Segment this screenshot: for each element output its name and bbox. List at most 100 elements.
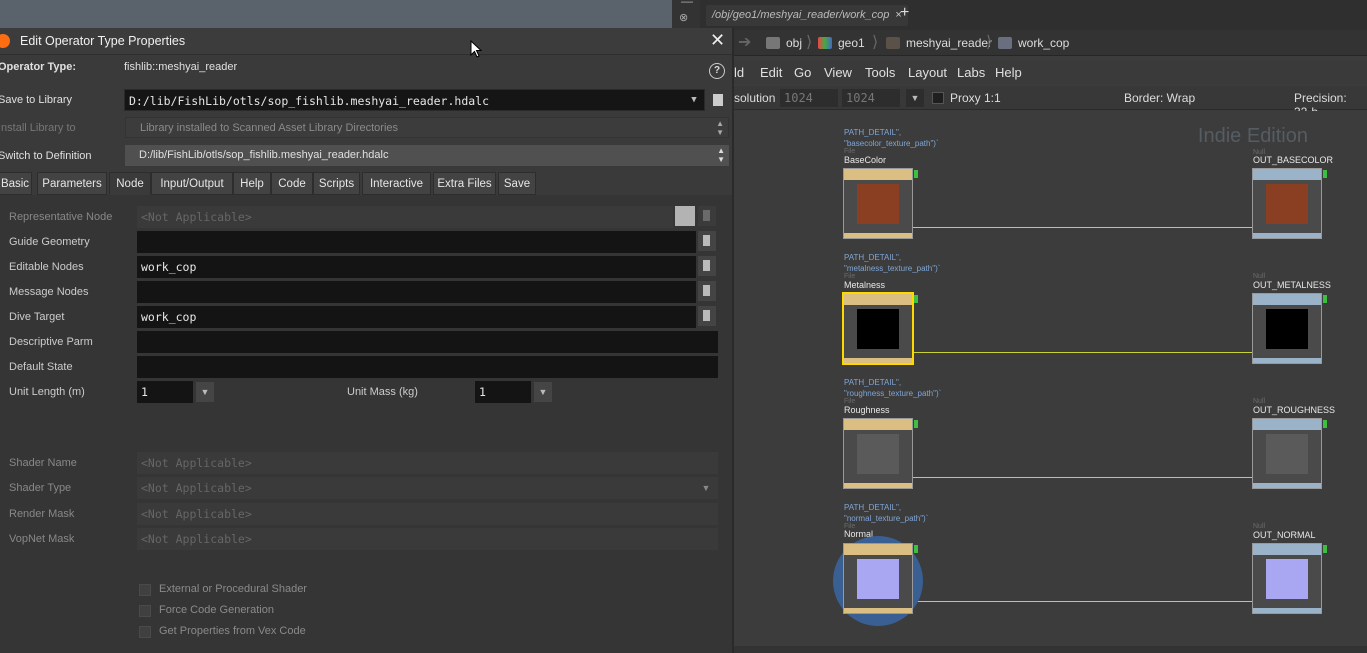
render-mask-label: Render Mask: [9, 508, 75, 520]
chevron-down-icon[interactable]: ▼: [906, 89, 924, 107]
node-expression: "metalness_texture_path")`: [844, 264, 941, 273]
node-label: Metalness: [844, 280, 886, 290]
menu-help[interactable]: Help: [995, 65, 1022, 80]
tab-interactive[interactable]: Interactive: [362, 172, 431, 195]
menu-view[interactable]: View: [824, 65, 852, 80]
border-mode[interactable]: Border: Wrap: [1124, 91, 1195, 105]
resolution-y-field[interactable]: 1024: [842, 89, 900, 107]
properties-from-vex-checkbox[interactable]: [139, 626, 151, 638]
menu-tools[interactable]: Tools: [865, 65, 895, 80]
node-type: File: [844, 273, 856, 280]
wire[interactable]: [912, 227, 1254, 228]
display-flag[interactable]: [914, 545, 918, 553]
chevron-down-icon: ▼: [701, 483, 711, 493]
unit-mass-label: Unit Mass (kg): [347, 386, 418, 398]
operator-type-label: Operator Type:: [0, 61, 77, 73]
menu-layout[interactable]: Layout: [908, 65, 947, 80]
node-type: Null: [1253, 398, 1266, 405]
force-code-generation-checkbox[interactable]: [139, 605, 151, 617]
dialog-titlebar[interactable]: Edit Operator Type Properties ✕: [0, 28, 732, 58]
network-tab[interactable]: /obj/geo1/meshyai_reader/work_cop ×: [706, 5, 908, 26]
tab-basic[interactable]: Basic: [0, 172, 32, 195]
nav-forward-icon[interactable]: ➔: [738, 32, 751, 52]
breadcrumb-obj[interactable]: obj: [766, 34, 802, 52]
display-flag[interactable]: [914, 295, 918, 303]
file-node-roughness[interactable]: [843, 418, 918, 489]
guide-geometry-field[interactable]: [137, 231, 696, 253]
tab-scripts[interactable]: Scripts: [313, 172, 360, 195]
message-nodes-field[interactable]: [137, 281, 696, 303]
default-state-field[interactable]: [137, 356, 718, 378]
tab-node[interactable]: Node: [109, 172, 151, 195]
display-flag[interactable]: [1323, 420, 1327, 428]
menu-go[interactable]: Go: [794, 65, 811, 80]
file-node-normal[interactable]: [843, 543, 918, 614]
descriptive-parm-field[interactable]: [137, 331, 718, 353]
breadcrumb-geo1[interactable]: geo1: [818, 34, 865, 52]
node-chooser-icon[interactable]: [698, 231, 716, 251]
wire[interactable]: [912, 477, 1254, 478]
help-icon[interactable]: ?: [709, 63, 725, 79]
resolution-label: solution: [734, 91, 776, 105]
display-flag[interactable]: [1323, 545, 1327, 553]
tab-save[interactable]: Save: [498, 172, 536, 195]
file-chooser-icon[interactable]: [713, 94, 723, 106]
tab-code[interactable]: Code: [271, 172, 313, 195]
network-pane: /obj/geo1/meshyai_reader/work_cop × + ➔ o…: [700, 0, 1367, 653]
null-node-out-roughness[interactable]: [1252, 418, 1327, 489]
node-label: OUT_METALNESS: [1253, 280, 1331, 290]
chevron-down-icon[interactable]: ▼: [534, 382, 552, 402]
breadcrumb-work-cop[interactable]: work_cop: [998, 34, 1069, 52]
resolution-x-field[interactable]: 1024: [780, 89, 838, 107]
wire[interactable]: [912, 352, 1254, 353]
display-flag[interactable]: [1323, 170, 1327, 178]
wire[interactable]: [912, 601, 1254, 602]
pane-minimize-icon[interactable]: —: [681, 0, 693, 8]
display-flag[interactable]: [1323, 295, 1327, 303]
tab-parameters[interactable]: Parameters: [37, 172, 107, 195]
null-node-out-metalness[interactable]: [1252, 293, 1327, 364]
switch-definition-select[interactable]: D:/lib/FishLib/otls/sop_fishlib.meshyai_…: [125, 145, 729, 166]
node-chooser-icon: [698, 206, 716, 226]
external-shader-checkbox[interactable]: [139, 584, 151, 596]
null-node-out-normal[interactable]: [1252, 543, 1327, 614]
chevron-down-icon[interactable]: ▼: [686, 90, 702, 110]
node-chooser-icon[interactable]: [698, 281, 716, 301]
menu-build[interactable]: ld: [734, 65, 744, 80]
add-tab-icon[interactable]: +: [900, 4, 909, 22]
cop-options-bar: solution 1024 1024 ▼ Proxy 1:1 Border: W…: [700, 86, 1367, 119]
breadcrumb-meshyai-reader[interactable]: meshyai_reader: [886, 34, 992, 52]
install-library-select[interactable]: Library installed to Scanned Asset Libra…: [125, 117, 729, 138]
texture-thumbnail: [857, 434, 899, 474]
display-flag[interactable]: [914, 170, 918, 178]
node-label: OUT_BASECOLOR: [1253, 155, 1334, 165]
file-node-basecolor[interactable]: [843, 168, 918, 239]
node-chooser-icon[interactable]: [698, 256, 716, 276]
dialog-title: Edit Operator Type Properties: [20, 34, 186, 48]
network-canvas[interactable]: Indie Edition PATH_DETAIL", "basecolor_t…: [700, 111, 1367, 646]
tab-extra-files[interactable]: Extra Files: [433, 172, 496, 195]
node-chooser-icon[interactable]: [698, 306, 716, 326]
texture-thumbnail: [1266, 184, 1308, 224]
texture-thumbnail: [857, 184, 899, 224]
dive-target-field[interactable]: work_cop: [137, 306, 696, 328]
unit-length-field[interactable]: 1: [137, 381, 193, 403]
file-node-metalness[interactable]: [842, 292, 918, 365]
tab-help[interactable]: Help: [233, 172, 271, 195]
display-flag[interactable]: [914, 420, 918, 428]
null-node-out-basecolor[interactable]: [1252, 168, 1327, 239]
pane-close-icon[interactable]: ⊗: [679, 11, 688, 24]
node-label: BaseColor: [844, 155, 887, 165]
edition-watermark: Indie Edition: [1197, 125, 1308, 147]
menu-labs[interactable]: Labs: [957, 65, 985, 80]
close-icon[interactable]: ✕: [710, 30, 725, 51]
save-to-library-field[interactable]: D:/lib/FishLib/otls/sop_fishlib.meshyai_…: [124, 89, 705, 111]
vopnet-mask-field: <Not Applicable>: [137, 528, 718, 550]
tab-input-output[interactable]: Input/Output: [151, 172, 233, 195]
chevron-down-icon[interactable]: ▼: [196, 382, 214, 402]
unit-mass-field[interactable]: 1: [475, 381, 531, 403]
menu-edit[interactable]: Edit: [760, 65, 782, 80]
texture-thumbnail: [1266, 559, 1308, 599]
editable-nodes-field[interactable]: work_cop: [137, 256, 696, 278]
proxy-checkbox[interactable]: [932, 92, 944, 104]
